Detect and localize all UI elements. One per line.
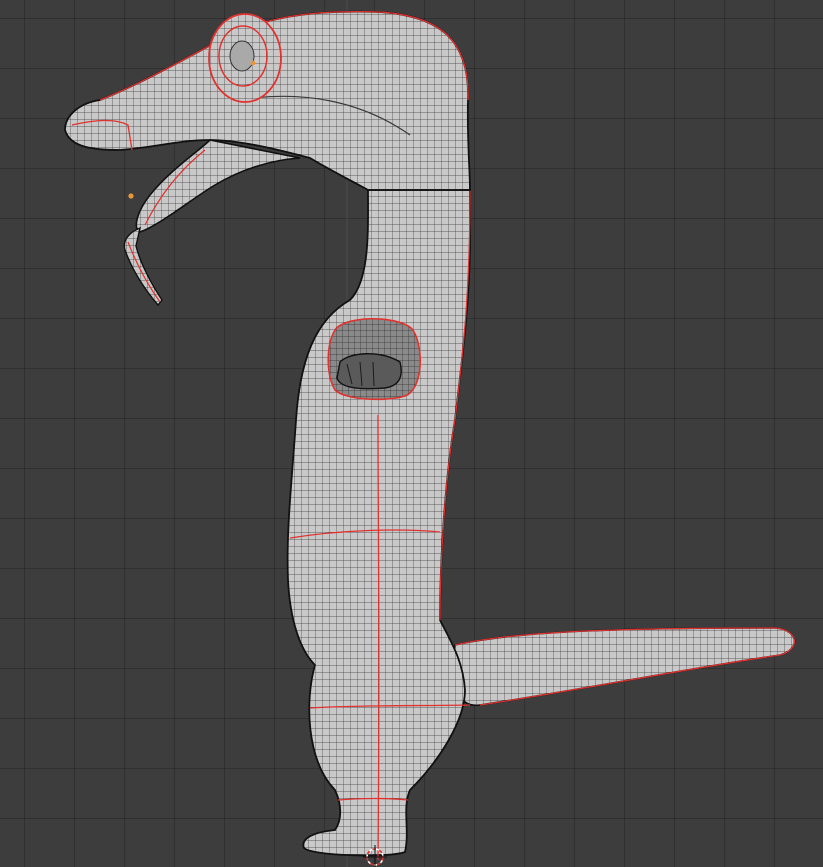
body-mesh[interactable] xyxy=(286,186,471,861)
viewport-scene xyxy=(64,0,796,867)
tail-mesh[interactable] xyxy=(452,627,796,707)
jaw-mesh[interactable] xyxy=(123,139,301,307)
arm-socket-mesh[interactable] xyxy=(327,317,422,401)
object-origin-marker[interactable] xyxy=(128,193,134,199)
3d-viewport[interactable] xyxy=(0,0,823,867)
